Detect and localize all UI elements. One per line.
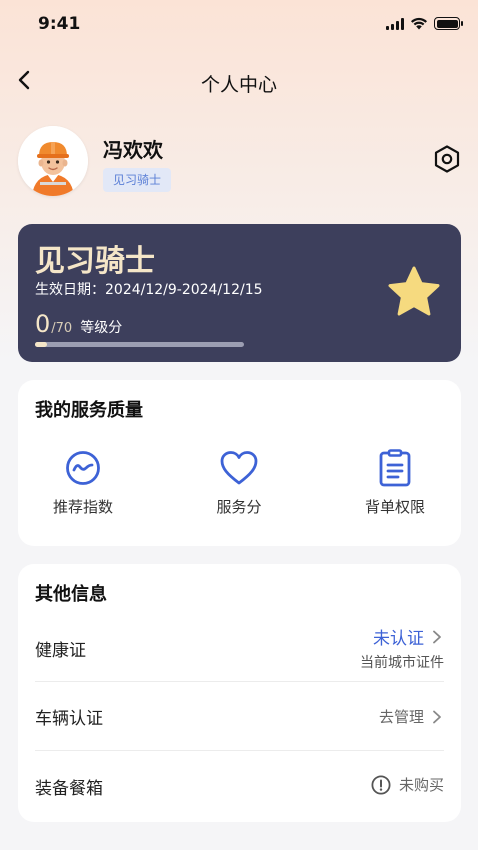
avatar[interactable] xyxy=(18,126,88,196)
other-info-title: 其他信息 xyxy=(35,584,107,605)
battery-icon xyxy=(434,17,463,30)
vehicle-manage-link[interactable]: 去管理 xyxy=(379,706,444,727)
score-max: /70 xyxy=(51,321,73,336)
score-progress-bar xyxy=(35,342,244,347)
status-time: 9:41 xyxy=(38,14,81,34)
row-label: 健康证 xyxy=(35,641,86,661)
score-value: 0 xyxy=(35,310,51,338)
other-info-card: 其他信息 健康证 未认证 当前城市证件 车辆认证 去管理 装备餐箱 未购买 xyxy=(18,564,461,822)
row-status: 未认证 xyxy=(373,629,424,649)
row-label: 装备餐箱 xyxy=(35,779,103,799)
row-sub-status: 当前城市证件 xyxy=(360,655,444,671)
clipboard-list-icon xyxy=(379,449,411,487)
service-item-label: 背单权限 xyxy=(364,498,425,516)
row-label: 车辆认证 xyxy=(35,709,103,729)
info-row-equipment-box[interactable]: 装备餐箱 未购买 xyxy=(35,751,444,821)
signal-icon xyxy=(386,17,404,30)
alert-circle-icon xyxy=(371,774,391,795)
score-progress-fill xyxy=(35,342,47,347)
settings-button[interactable] xyxy=(432,144,462,174)
nav-bar: 个人中心 xyxy=(0,58,478,102)
info-row-health-certificate[interactable]: 健康证 未认证 当前城市证件 xyxy=(35,616,444,682)
user-name: 冯欢欢 xyxy=(103,138,163,162)
effective-date: 生效日期：2024/12/9-2024/12/15 xyxy=(35,282,263,298)
level-score: 0 /70 等级分 xyxy=(35,310,122,338)
wifi-icon xyxy=(411,17,427,30)
row-status: 去管理 xyxy=(378,708,424,726)
page-title: 个人中心 xyxy=(200,74,277,96)
score-label: 等级分 xyxy=(80,320,123,336)
info-row-vehicle-certification[interactable]: 车辆认证 去管理 xyxy=(35,682,444,751)
service-item-label: 推荐指数 xyxy=(52,498,113,516)
profile-header: 冯欢欢 见习骑士 xyxy=(18,124,462,198)
service-item-service-score[interactable]: 服务分 xyxy=(174,448,304,517)
service-item-recommend-index[interactable]: 推荐指数 xyxy=(18,448,148,517)
chevron-right-icon xyxy=(433,710,441,723)
health-certificate-status[interactable]: 未认证 xyxy=(373,624,444,649)
rider-level-card[interactable]: 见习骑士 生效日期：2024/12/9-2024/12/15 0 /70 等级分 xyxy=(18,224,461,362)
service-quality-card: 我的服务质量 推荐指数 服务分 背单权限 xyxy=(18,380,461,546)
service-item-label: 服务分 xyxy=(216,498,262,516)
rider-level-title: 见习骑士 xyxy=(35,244,155,279)
star-icon xyxy=(388,266,440,316)
service-item-order-permission[interactable]: 背单权限 xyxy=(330,448,460,517)
hexagon-settings-icon xyxy=(434,145,460,173)
service-quality-title: 我的服务质量 xyxy=(35,400,143,421)
row-status: 未购买 xyxy=(398,776,444,794)
status-bar: 9:41 xyxy=(0,0,478,50)
chevron-right-icon xyxy=(433,630,441,643)
level-badge: 见习骑士 xyxy=(103,168,172,192)
heart-icon xyxy=(220,451,258,485)
rider-avatar-icon xyxy=(18,126,88,196)
status-icons xyxy=(386,17,463,30)
equipment-box-status[interactable]: 未购买 xyxy=(371,774,444,795)
trend-circle-icon xyxy=(66,451,100,485)
